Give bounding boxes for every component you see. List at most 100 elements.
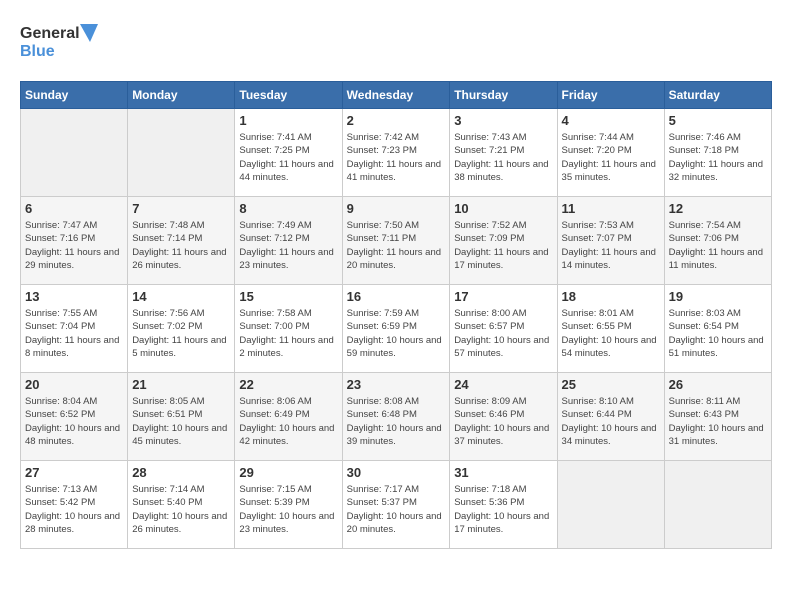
day-info: Sunrise: 7:54 AM Sunset: 7:06 PM Dayligh… [669, 219, 767, 272]
weekday-header-tuesday: Tuesday [235, 82, 342, 109]
day-info: Sunrise: 8:00 AM Sunset: 6:57 PM Dayligh… [454, 307, 552, 360]
day-info: Sunrise: 7:58 AM Sunset: 7:00 PM Dayligh… [239, 307, 337, 360]
calendar-cell: 26Sunrise: 8:11 AM Sunset: 6:43 PM Dayli… [664, 373, 771, 461]
day-number: 22 [239, 377, 337, 392]
day-info: Sunrise: 7:56 AM Sunset: 7:02 PM Dayligh… [132, 307, 230, 360]
day-info: Sunrise: 7:13 AM Sunset: 5:42 PM Dayligh… [25, 483, 123, 536]
day-info: Sunrise: 7:55 AM Sunset: 7:04 PM Dayligh… [25, 307, 123, 360]
day-info: Sunrise: 7:44 AM Sunset: 7:20 PM Dayligh… [562, 131, 660, 184]
day-number: 6 [25, 201, 123, 216]
calendar-cell: 19 Sunrise: 8:03 AM Sunset: 6:54 PM Dayli… [664, 285, 771, 373]
day-info: Sunrise: 8:05 AM Sunset: 6:51 PM Dayligh… [132, 395, 230, 448]
calendar-cell: 23 Sunrise: 8:08 AM Sunset: 6:48 PM Dayli… [342, 373, 450, 461]
day-number: 9 [347, 201, 446, 216]
calendar-cell: 18 Sunrise: 8:01 AM Sunset: 6:55 PM Dayli… [557, 285, 664, 373]
day-number: 12 [669, 201, 767, 216]
calendar-cell: 15 Sunrise: 7:58 AM Sunset: 7:00 PM Dayli… [235, 285, 342, 373]
calendar-cell: 25 Sunrise: 8:10 AM Sunset: 6:44 PM Dayli… [557, 373, 664, 461]
calendar-cell: 11 Sunrise: 7:53 AM Sunset: 7:07 PM Dayli… [557, 197, 664, 285]
calendar-table: SundayMondayTuesdayWednesdayThursdayFrid… [20, 81, 772, 549]
day-number: 11 [562, 201, 660, 216]
day-number: 23 [347, 377, 446, 392]
day-info: Sunrise: 7:48 AM Sunset: 7:14 PM Dayligh… [132, 219, 230, 272]
day-info: Sunrise: 8:01 AM Sunset: 6:55 PM Dayligh… [562, 307, 660, 360]
weekday-header-sunday: Sunday [21, 82, 128, 109]
day-number: 10 [454, 201, 552, 216]
calendar-cell: 1 Sunrise: 7:41 AM Sunset: 7:25 PM Daylig… [235, 109, 342, 197]
calendar-cell: 21Sunrise: 8:05 AM Sunset: 6:51 PM Dayli… [128, 373, 235, 461]
day-info: Sunrise: 7:47 AM Sunset: 7:16 PM Dayligh… [25, 219, 123, 272]
day-number: 19 [669, 289, 767, 304]
day-number: 16 [347, 289, 446, 304]
svg-text:General: General [20, 25, 80, 42]
day-info: Sunrise: 7:53 AM Sunset: 7:07 PM Dayligh… [562, 219, 660, 272]
day-number: 27 [25, 465, 123, 480]
weekday-header-thursday: Thursday [450, 82, 557, 109]
calendar-cell: 5Sunrise: 7:46 AM Sunset: 7:18 PM Daylig… [664, 109, 771, 197]
weekday-header-monday: Monday [128, 82, 235, 109]
calendar-cell: 16 Sunrise: 7:59 AM Sunset: 6:59 PM Dayli… [342, 285, 450, 373]
day-number: 30 [347, 465, 446, 480]
day-info: Sunrise: 8:08 AM Sunset: 6:48 PM Dayligh… [347, 395, 446, 448]
day-number: 2 [347, 113, 446, 128]
day-info: Sunrise: 8:09 AM Sunset: 6:46 PM Dayligh… [454, 395, 552, 448]
calendar-cell [557, 461, 664, 549]
calendar-cell: 10 Sunrise: 7:52 AM Sunset: 7:09 PM Dayli… [450, 197, 557, 285]
weekday-header-saturday: Saturday [664, 82, 771, 109]
page-header: GeneralBlue [20, 20, 772, 65]
day-info: Sunrise: 8:11 AM Sunset: 6:43 PM Dayligh… [669, 395, 767, 448]
day-info: Sunrise: 7:49 AM Sunset: 7:12 PM Dayligh… [239, 219, 337, 272]
calendar-cell: 7 Sunrise: 7:48 AM Sunset: 7:14 PM Daylig… [128, 197, 235, 285]
calendar-cell: 28 Sunrise: 7:14 AM Sunset: 5:40 PM Dayli… [128, 461, 235, 549]
weekday-header-friday: Friday [557, 82, 664, 109]
calendar-cell: 13 Sunrise: 7:55 AM Sunset: 7:04 PM Dayli… [21, 285, 128, 373]
day-number: 18 [562, 289, 660, 304]
calendar-cell: 27 Sunrise: 7:13 AM Sunset: 5:42 PM Dayli… [21, 461, 128, 549]
day-info: Sunrise: 8:03 AM Sunset: 6:54 PM Dayligh… [669, 307, 767, 360]
day-number: 13 [25, 289, 123, 304]
day-info: Sunrise: 7:14 AM Sunset: 5:40 PM Dayligh… [132, 483, 230, 536]
day-number: 14 [132, 289, 230, 304]
calendar-cell: 4 Sunrise: 7:44 AM Sunset: 7:20 PM Daylig… [557, 109, 664, 197]
day-number: 15 [239, 289, 337, 304]
day-number: 4 [562, 113, 660, 128]
day-info: Sunrise: 7:15 AM Sunset: 5:39 PM Dayligh… [239, 483, 337, 536]
day-number: 5 [669, 113, 767, 128]
day-number: 28 [132, 465, 230, 480]
day-info: Sunrise: 7:18 AM Sunset: 5:36 PM Dayligh… [454, 483, 552, 536]
calendar-cell [21, 109, 128, 197]
calendar-cell: 29 Sunrise: 7:15 AM Sunset: 5:39 PM Dayli… [235, 461, 342, 549]
calendar-cell: 20Sunrise: 8:04 AM Sunset: 6:52 PM Dayli… [21, 373, 128, 461]
logo: GeneralBlue [20, 20, 100, 65]
calendar-cell [664, 461, 771, 549]
calendar-cell: 3 Sunrise: 7:43 AM Sunset: 7:21 PM Daylig… [450, 109, 557, 197]
day-info: Sunrise: 8:04 AM Sunset: 6:52 PM Dayligh… [25, 395, 123, 448]
day-info: Sunrise: 7:41 AM Sunset: 7:25 PM Dayligh… [239, 131, 337, 184]
calendar-cell: 30 Sunrise: 7:17 AM Sunset: 5:37 PM Dayli… [342, 461, 450, 549]
day-info: Sunrise: 7:50 AM Sunset: 7:11 PM Dayligh… [347, 219, 446, 272]
day-info: Sunrise: 8:06 AM Sunset: 6:49 PM Dayligh… [239, 395, 337, 448]
day-number: 25 [562, 377, 660, 392]
day-number: 17 [454, 289, 552, 304]
day-number: 24 [454, 377, 552, 392]
logo-icon: GeneralBlue [20, 20, 100, 65]
day-info: Sunrise: 7:59 AM Sunset: 6:59 PM Dayligh… [347, 307, 446, 360]
day-number: 3 [454, 113, 552, 128]
day-number: 29 [239, 465, 337, 480]
day-info: Sunrise: 7:42 AM Sunset: 7:23 PM Dayligh… [347, 131, 446, 184]
calendar-cell: 31Sunrise: 7:18 AM Sunset: 5:36 PM Dayli… [450, 461, 557, 549]
day-info: Sunrise: 8:10 AM Sunset: 6:44 PM Dayligh… [562, 395, 660, 448]
day-number: 7 [132, 201, 230, 216]
day-number: 1 [239, 113, 337, 128]
calendar-cell: 17 Sunrise: 8:00 AM Sunset: 6:57 PM Dayli… [450, 285, 557, 373]
weekday-header-wednesday: Wednesday [342, 82, 450, 109]
day-info: Sunrise: 7:17 AM Sunset: 5:37 PM Dayligh… [347, 483, 446, 536]
svg-text:Blue: Blue [20, 43, 55, 60]
calendar-cell: 2 Sunrise: 7:42 AM Sunset: 7:23 PM Daylig… [342, 109, 450, 197]
calendar-cell: 9 Sunrise: 7:50 AM Sunset: 7:11 PM Daylig… [342, 197, 450, 285]
calendar-cell: 24 Sunrise: 8:09 AM Sunset: 6:46 PM Dayli… [450, 373, 557, 461]
day-info: Sunrise: 7:52 AM Sunset: 7:09 PM Dayligh… [454, 219, 552, 272]
day-number: 8 [239, 201, 337, 216]
calendar-cell: 6 Sunrise: 7:47 AM Sunset: 7:16 PM Daylig… [21, 197, 128, 285]
day-info: Sunrise: 7:43 AM Sunset: 7:21 PM Dayligh… [454, 131, 552, 184]
